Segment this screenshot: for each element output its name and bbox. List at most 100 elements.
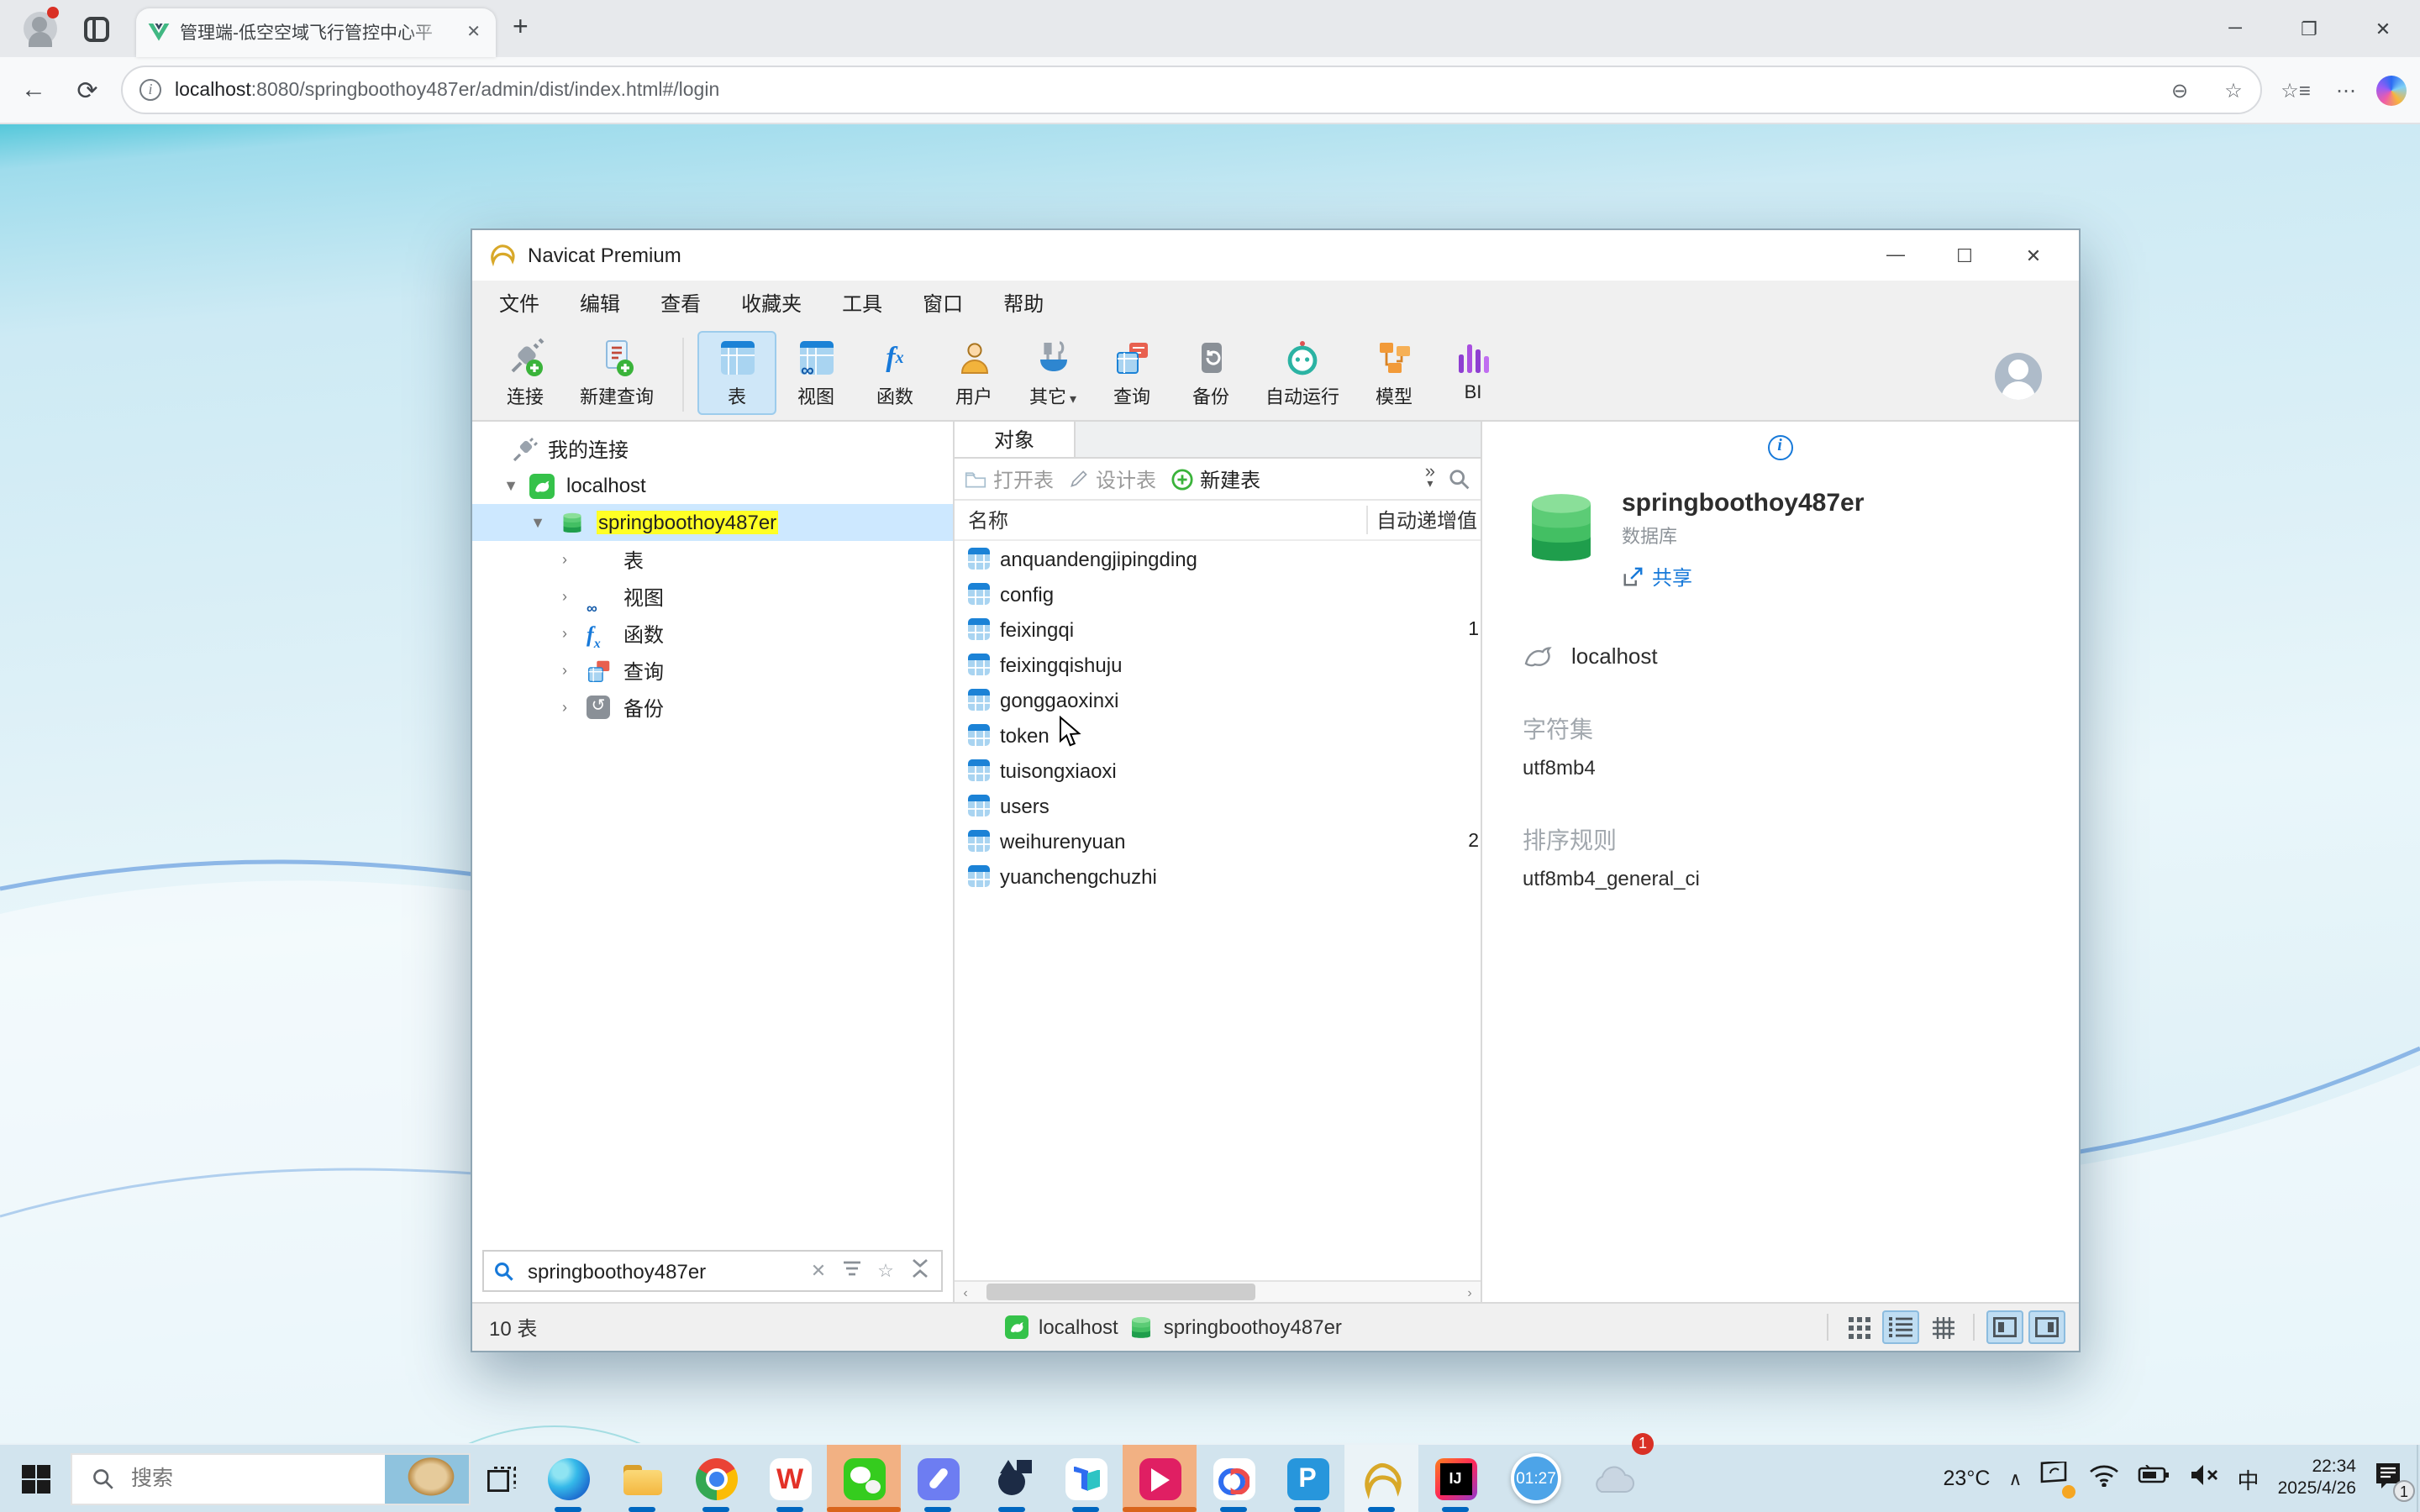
new-tab-button[interactable]: +	[513, 13, 529, 44]
taskbar-media-app[interactable]	[1123, 1445, 1197, 1512]
breadcrumb-connection[interactable]: localhost	[1005, 1315, 1118, 1339]
filter-icon[interactable]	[840, 1260, 864, 1282]
menu-favorites[interactable]: 收藏夹	[741, 288, 802, 317]
back-button[interactable]: ←	[13, 76, 54, 104]
taskbar-wechat[interactable]	[827, 1445, 901, 1512]
chevron-collapsed-icon[interactable]: ›	[556, 699, 573, 716]
menu-file[interactable]: 文件	[499, 288, 539, 317]
column-name[interactable]: 名称	[955, 506, 1366, 534]
toolbar-view-button[interactable]: ∞ 视图	[776, 331, 855, 415]
favorites-icon[interactable]: ☆≡	[2275, 78, 2316, 102]
navicat-close-button[interactable]: ✕	[2005, 244, 2062, 266]
tree-item-my-connections[interactable]: 我的连接	[472, 430, 953, 467]
toggle-right-panel-button[interactable]	[2028, 1310, 2065, 1344]
toolbar-backup-button[interactable]: 备份	[1171, 331, 1250, 415]
chevron-collapsed-icon[interactable]: ›	[556, 588, 573, 605]
toolbar-other-button[interactable]: 其它▾	[1013, 331, 1092, 415]
toolbar-query-button[interactable]: 查询	[1092, 331, 1171, 415]
toolbar-bi-button[interactable]: BI	[1434, 331, 1512, 408]
navicat-account-avatar[interactable]	[1995, 352, 2042, 399]
column-auto-increment[interactable]: 自动递增值	[1366, 506, 1481, 534]
table-row[interactable]: config	[955, 576, 1481, 612]
menu-tools[interactable]: 工具	[842, 288, 882, 317]
chevron-expanded-icon[interactable]: ▼	[529, 514, 546, 531]
tab-objects[interactable]: 对象	[955, 422, 1076, 457]
chevron-collapsed-icon[interactable]: ›	[556, 625, 573, 642]
toggle-left-panel-button[interactable]	[1986, 1310, 2023, 1344]
taskbar-cat-app[interactable]	[975, 1445, 1049, 1512]
tree-item-localhost[interactable]: ▼ localhost	[472, 467, 953, 504]
bing-daily-image[interactable]	[385, 1452, 469, 1504]
collapse-all-icon[interactable]	[908, 1258, 931, 1284]
table-row[interactable]: feixingqi1	[955, 612, 1481, 647]
menu-help[interactable]: 帮助	[1003, 288, 1044, 317]
table-row[interactable]: feixingqishuju	[955, 647, 1481, 682]
settings-more-icon[interactable]: ⋯	[2326, 78, 2366, 102]
overflow-menu-button[interactable]: » ▾	[1425, 467, 1435, 491]
tree-item-database-selected[interactable]: ▼ springboothoy487er	[472, 504, 953, 541]
other-dropdown-caret[interactable]: ▾	[1070, 391, 1076, 407]
toolbar-automation-button[interactable]: 自动运行	[1250, 331, 1355, 415]
taskbar-edge[interactable]	[531, 1445, 605, 1512]
taskbar-search-box[interactable]	[71, 1452, 471, 1504]
taskbar-baidu-netdisk[interactable]	[1197, 1445, 1270, 1512]
taskbar-navicat[interactable]	[1344, 1445, 1418, 1512]
toolbar-table-button[interactable]: 表	[697, 331, 776, 415]
temperature[interactable]: 23°C	[1944, 1467, 1991, 1490]
table-row[interactable]: tuisongxiaoxi	[955, 753, 1481, 788]
table-row[interactable]: weihurenyuan2	[955, 823, 1481, 858]
browser-minimize-button[interactable]: ─	[2198, 18, 2272, 39]
taskbar-file-explorer[interactable]	[605, 1445, 679, 1512]
refresh-button[interactable]: ⟳	[67, 75, 108, 105]
menu-edit[interactable]: 编辑	[580, 288, 620, 317]
start-button[interactable]	[0, 1464, 71, 1493]
navicat-title-bar[interactable]: Navicat Premium — ☐ ✕	[472, 230, 2079, 281]
share-link[interactable]: 共享	[1622, 563, 1864, 591]
chevron-collapsed-icon[interactable]: ›	[556, 662, 573, 679]
battery-icon[interactable]	[2139, 1463, 2172, 1494]
toolbar-connection-button[interactable]: 连接	[486, 331, 565, 415]
taskbar-search-input[interactable]	[128, 1465, 371, 1492]
taskbar-chrome[interactable]	[679, 1445, 753, 1512]
tree-item-queries[interactable]: › 查询	[472, 652, 953, 689]
clear-filter-icon[interactable]: ✕	[807, 1260, 830, 1282]
hidden-icons-chevron[interactable]: ∧	[2008, 1467, 2022, 1489]
toolbar-new-query-button[interactable]: 新建查询	[565, 331, 669, 415]
menu-view[interactable]: 查看	[660, 288, 701, 317]
bookmark-star-icon[interactable]: ☆	[2213, 78, 2254, 102]
info-icon[interactable]: i	[1767, 435, 1792, 460]
ime-indicator[interactable]: 中	[2238, 1462, 2260, 1494]
taskbar-notes-app[interactable]	[901, 1445, 975, 1512]
table-row[interactable]: token	[955, 717, 1481, 753]
volume-muted-icon[interactable]	[2191, 1462, 2219, 1494]
tree-item-backups[interactable]: › ↺ 备份	[472, 689, 953, 726]
wifi-icon[interactable]	[2090, 1462, 2120, 1494]
tree-item-tables[interactable]: › 表	[472, 541, 953, 578]
taskbar-wps[interactable]: W	[753, 1445, 827, 1512]
open-table-button[interactable]: 打开表	[965, 465, 1054, 493]
menu-window[interactable]: 窗口	[923, 288, 963, 317]
copilot-icon[interactable]	[2376, 75, 2407, 105]
table-row[interactable]: gonggaoxinxi	[955, 682, 1481, 717]
task-view-button[interactable]	[471, 1466, 531, 1491]
taskbar-t-app[interactable]	[1049, 1445, 1123, 1512]
tree-item-views[interactable]: › ∞ 视图	[472, 578, 953, 615]
table-row[interactable]: yuanchengchuzhi	[955, 858, 1481, 894]
workspaces-icon[interactable]	[84, 16, 109, 41]
favorite-star-icon[interactable]: ☆	[874, 1260, 897, 1282]
browser-close-button[interactable]: ✕	[2346, 18, 2420, 39]
search-objects-icon[interactable]	[1449, 468, 1470, 490]
navicat-maximize-button[interactable]: ☐	[1936, 244, 1993, 266]
cast-icon[interactable]	[2041, 1462, 2071, 1495]
notification-center-icon[interactable]: 1	[2375, 1461, 2403, 1496]
grid-view-button[interactable]	[1840, 1310, 1877, 1344]
chevron-expanded-icon[interactable]: ▼	[502, 477, 519, 494]
url-text[interactable]: localhost:8080/springboothoy487er/admin/…	[175, 80, 2146, 100]
clock-date[interactable]: 22:34 2025/4/26	[2278, 1457, 2356, 1501]
toolbar-model-button[interactable]: 模型	[1355, 331, 1434, 415]
scrollbar-thumb[interactable]	[986, 1284, 1255, 1300]
taskbar-p-app[interactable]: P	[1270, 1445, 1344, 1512]
tree-filter-input[interactable]	[524, 1257, 797, 1284]
breadcrumb-database[interactable]: springboothoy487er	[1130, 1315, 1342, 1340]
table-row[interactable]: users	[955, 788, 1481, 823]
